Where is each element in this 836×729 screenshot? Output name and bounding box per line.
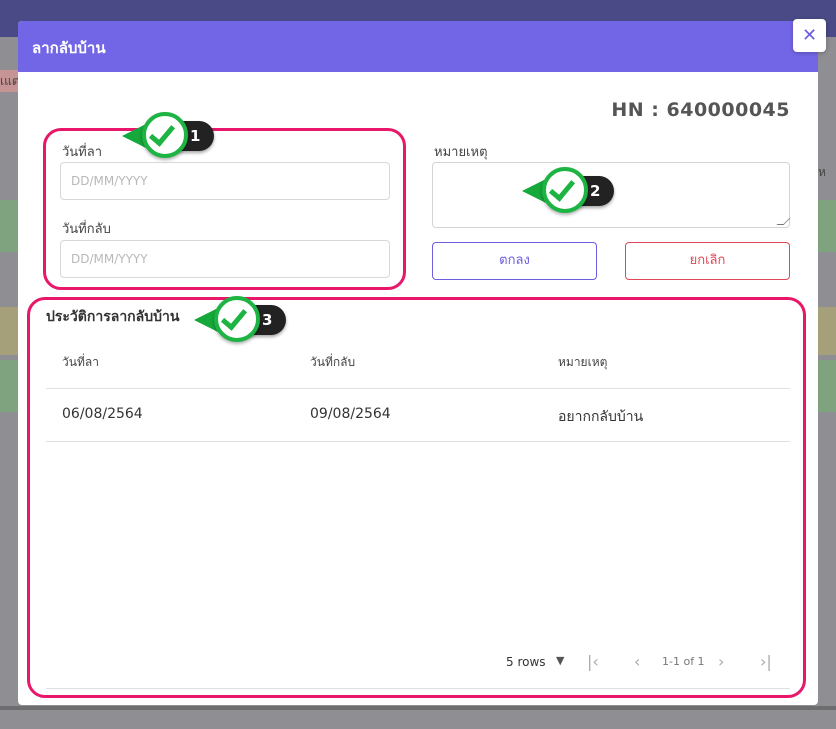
background-row — [818, 307, 836, 355]
background-cut-text: เแต — [0, 70, 18, 92]
background-cut-text: ห — [818, 165, 826, 179]
check-icon — [220, 303, 248, 331]
hn-number: HN : 640000045 — [611, 99, 790, 121]
check-circle-icon — [542, 167, 588, 213]
check-icon — [548, 174, 576, 202]
close-button[interactable]: ✕ — [793, 19, 826, 52]
dialog-header: ลากลับบ้าน — [18, 21, 818, 72]
highlight-box-history — [27, 297, 806, 698]
check-icon — [148, 119, 176, 147]
highlight-box-dates — [43, 128, 406, 290]
background-row — [818, 200, 836, 252]
check-circle-icon — [214, 296, 260, 342]
ok-button[interactable]: ตกลง — [432, 242, 597, 280]
dialog-title: ลากลับบ้าน — [32, 39, 106, 57]
close-icon: ✕ — [801, 25, 818, 46]
background-row — [0, 200, 18, 252]
cancel-button[interactable]: ยกเลิก — [625, 242, 790, 280]
background-row — [0, 360, 18, 412]
background-bottom-bar — [0, 706, 836, 710]
resize-handle-icon[interactable] — [776, 218, 791, 225]
background-row — [818, 360, 836, 412]
check-circle-icon — [142, 112, 188, 158]
background-row — [0, 307, 18, 355]
note-label: หมายเหตุ — [434, 145, 488, 160]
